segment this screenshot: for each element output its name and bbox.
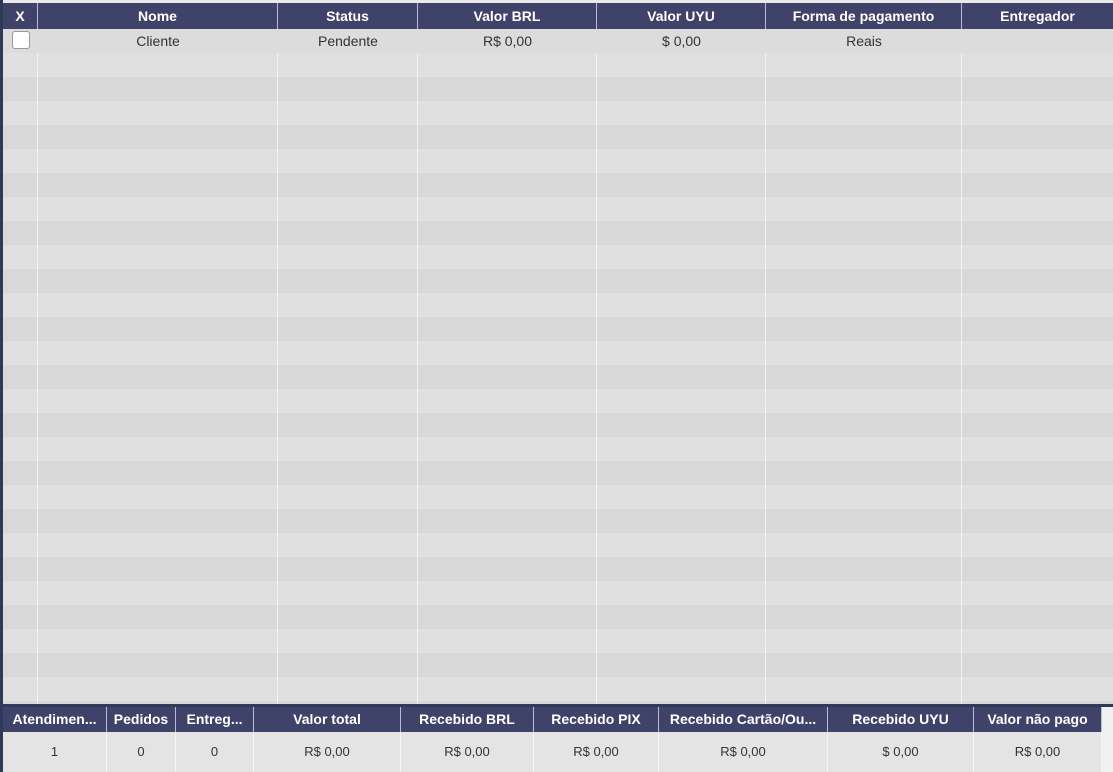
summary-col-recebido-brl: Recebido BRL	[401, 707, 534, 732]
summary-header: Atendimen... Pedidos Entreg... Valor tot…	[3, 707, 1113, 732]
row-select-checkbox[interactable]	[11, 31, 30, 49]
summary-col-pedidos: Pedidos	[107, 707, 176, 732]
summary-col-atendimentos: Atendimen...	[3, 707, 107, 732]
cell-valor-uyu: $ 0,00	[662, 33, 701, 49]
summary-grid: Atendimen... Pedidos Entreg... Valor tot…	[3, 707, 1113, 772]
summary-atendimentos-value: 1	[3, 732, 107, 772]
col-header-select[interactable]: X	[3, 3, 38, 29]
summary-valor-nao-pago-value: R$ 0,00	[974, 732, 1102, 772]
summary-col-valor-nao-pago: Valor não pago	[974, 707, 1102, 732]
orders-grid[interactable]: X Nome Status Valor BRL Valor UYU Forma …	[3, 3, 1113, 704]
col-header-valor-uyu[interactable]: Valor UYU	[597, 3, 766, 29]
summary-col-recebido-uyu: Recebido UYU	[828, 707, 974, 732]
col-header-status[interactable]: Status	[278, 3, 418, 29]
grid-divider	[37, 29, 38, 704]
grid-divider	[596, 29, 597, 704]
summary-row: 1 0 0 R$ 0,00 R$ 0,00 R$ 0,00 R$ 0,00 $ …	[3, 732, 1113, 772]
summary-entregues-value: 0	[176, 732, 254, 772]
summary-recebido-cartao-value: R$ 0,00	[659, 732, 828, 772]
summary-col-recebido-cartao: Recebido Cartão/Ou...	[659, 707, 828, 732]
cell-status: Pendente	[318, 33, 378, 49]
cell-nome: Cliente	[136, 33, 180, 49]
grid-divider	[417, 29, 418, 704]
summary-recebido-brl-value: R$ 0,00	[401, 732, 534, 772]
summary-scrollbar[interactable]	[1102, 707, 1113, 772]
col-header-valor-brl[interactable]: Valor BRL	[418, 3, 597, 29]
cell-valor-brl: R$ 0,00	[482, 33, 533, 49]
grid-divider	[277, 29, 278, 704]
col-header-entregador[interactable]: Entregador	[962, 3, 1113, 29]
grid-divider	[765, 29, 766, 704]
table-row[interactable]: Cliente Pendente R$ 0,00 $ 0,00 Reais	[3, 29, 1113, 53]
summary-col-recebido-pix: Recebido PIX	[534, 707, 659, 732]
summary-recebido-uyu-value: $ 0,00	[828, 732, 974, 772]
row-select-cell	[3, 29, 38, 53]
summary-col-valor-total: Valor total	[254, 707, 401, 732]
summary-recebido-pix-value: R$ 0,00	[534, 732, 659, 772]
grid-divider	[961, 29, 962, 704]
col-header-nome[interactable]: Nome	[38, 3, 278, 29]
cell-entregador	[962, 29, 1113, 53]
orders-header: X Nome Status Valor BRL Valor UYU Forma …	[3, 3, 1113, 30]
summary-valor-total-value: R$ 0,00	[254, 732, 401, 772]
cell-forma-pagamento: Reais	[846, 33, 882, 49]
summary-pedidos-value: 0	[107, 732, 176, 772]
orders-grid-body	[3, 29, 1113, 704]
col-header-forma-pagamento[interactable]: Forma de pagamento	[766, 3, 962, 29]
summary-col-entregues: Entreg...	[176, 707, 254, 732]
